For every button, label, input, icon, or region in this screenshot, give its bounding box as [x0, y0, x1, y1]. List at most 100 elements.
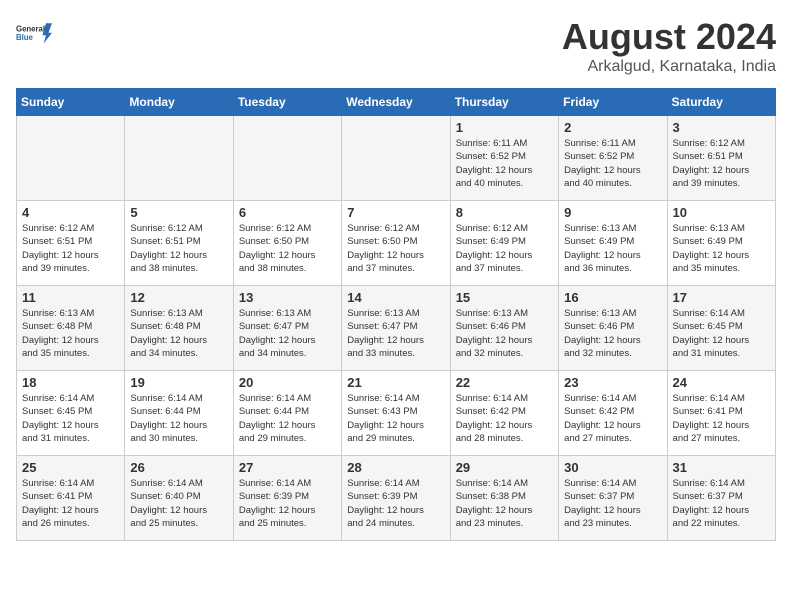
- day-detail: Sunrise: 6:13 AM Sunset: 6:46 PM Dayligh…: [456, 307, 553, 360]
- calendar-cell: 24 Sunrise: 6:14 AM Sunset: 6:41 PM Dayli…: [667, 371, 775, 456]
- calendar-cell: 14Sunrise: 6:13 AM Sunset: 6:47 PM Dayli…: [342, 286, 450, 371]
- calendar-cell: 26 Sunrise: 6:14 AM Sunset: 6:40 PM Dayli…: [125, 456, 233, 541]
- day-number: 2: [564, 120, 661, 135]
- day-detail: Sunrise: 6:12 AM Sunset: 6:50 PM Dayligh…: [239, 222, 336, 275]
- day-detail: Sunrise: 6:13 AM Sunset: 6:49 PM Dayligh…: [564, 222, 661, 275]
- calendar-cell: 1 Sunrise: 6:11 AM Sunset: 6:52 PM Daylig…: [450, 116, 558, 201]
- day-number: 13: [239, 290, 336, 305]
- calendar-cell: 13Sunrise: 6:13 AM Sunset: 6:47 PM Dayli…: [233, 286, 341, 371]
- weekday-header-monday: Monday: [125, 89, 233, 116]
- calendar-cell: [342, 116, 450, 201]
- week-row-3: 11 Sunrise: 6:13 AM Sunset: 6:48 PM Dayli…: [17, 286, 776, 371]
- day-detail: Sunrise: 6:12 AM Sunset: 6:49 PM Dayligh…: [456, 222, 553, 275]
- day-detail: Sunrise: 6:11 AM Sunset: 6:52 PM Dayligh…: [564, 137, 661, 190]
- calendar-cell: 12 Sunrise: 6:13 AM Sunset: 6:48 PM Dayli…: [125, 286, 233, 371]
- day-number: 12: [130, 290, 227, 305]
- weekday-header-row: SundayMondayTuesdayWednesdayThursdayFrid…: [17, 89, 776, 116]
- day-number: 15: [456, 290, 553, 305]
- calendar-cell: 2 Sunrise: 6:11 AM Sunset: 6:52 PM Daylig…: [559, 116, 667, 201]
- day-detail: Sunrise: 6:14 AM Sunset: 6:44 PM Dayligh…: [239, 392, 336, 445]
- svg-text:Blue: Blue: [16, 33, 34, 42]
- calendar-cell: 25Sunrise: 6:14 AM Sunset: 6:41 PM Dayli…: [17, 456, 125, 541]
- weekday-header-wednesday: Wednesday: [342, 89, 450, 116]
- day-number: 31: [673, 460, 770, 475]
- day-number: 8: [456, 205, 553, 220]
- week-row-5: 25Sunrise: 6:14 AM Sunset: 6:41 PM Dayli…: [17, 456, 776, 541]
- day-detail: Sunrise: 6:14 AM Sunset: 6:45 PM Dayligh…: [22, 392, 119, 445]
- calendar-cell: 19Sunrise: 6:14 AM Sunset: 6:44 PM Dayli…: [125, 371, 233, 456]
- day-detail: Sunrise: 6:11 AM Sunset: 6:52 PM Dayligh…: [456, 137, 553, 190]
- calendar-cell: 29 Sunrise: 6:14 AM Sunset: 6:38 PM Dayli…: [450, 456, 558, 541]
- calendar-cell: 3 Sunrise: 6:12 AM Sunset: 6:51 PM Daylig…: [667, 116, 775, 201]
- calendar-cell: 22 Sunrise: 6:14 AM Sunset: 6:42 PM Dayli…: [450, 371, 558, 456]
- day-number: 5: [130, 205, 227, 220]
- calendar-cell: 7 Sunrise: 6:12 AM Sunset: 6:50 PM Daylig…: [342, 201, 450, 286]
- calendar-cell: 4 Sunrise: 6:12 AM Sunset: 6:51 PM Daylig…: [17, 201, 125, 286]
- day-detail: Sunrise: 6:12 AM Sunset: 6:51 PM Dayligh…: [673, 137, 770, 190]
- day-number: 7: [347, 205, 444, 220]
- calendar-cell: 16 Sunrise: 6:13 AM Sunset: 6:46 PM Dayli…: [559, 286, 667, 371]
- day-number: 16: [564, 290, 661, 305]
- day-detail: Sunrise: 6:12 AM Sunset: 6:51 PM Dayligh…: [22, 222, 119, 275]
- calendar-cell: [125, 116, 233, 201]
- location-title: Arkalgud, Karnataka, India: [562, 58, 776, 76]
- calendar-cell: 23Sunrise: 6:14 AM Sunset: 6:42 PM Dayli…: [559, 371, 667, 456]
- calendar-cell: [233, 116, 341, 201]
- day-detail: Sunrise: 6:14 AM Sunset: 6:37 PM Dayligh…: [673, 477, 770, 530]
- day-detail: Sunrise: 6:14 AM Sunset: 6:37 PM Dayligh…: [564, 477, 661, 530]
- calendar-cell: 18 Sunrise: 6:14 AM Sunset: 6:45 PM Dayli…: [17, 371, 125, 456]
- day-number: 27: [239, 460, 336, 475]
- day-number: 22: [456, 375, 553, 390]
- calendar-cell: 9Sunrise: 6:13 AM Sunset: 6:49 PM Daylig…: [559, 201, 667, 286]
- calendar-cell: 27Sunrise: 6:14 AM Sunset: 6:39 PM Dayli…: [233, 456, 341, 541]
- week-row-1: 1 Sunrise: 6:11 AM Sunset: 6:52 PM Daylig…: [17, 116, 776, 201]
- weekday-header-friday: Friday: [559, 89, 667, 116]
- day-detail: Sunrise: 6:13 AM Sunset: 6:48 PM Dayligh…: [22, 307, 119, 360]
- day-number: 30: [564, 460, 661, 475]
- day-detail: Sunrise: 6:14 AM Sunset: 6:38 PM Dayligh…: [456, 477, 553, 530]
- day-detail: Sunrise: 6:12 AM Sunset: 6:51 PM Dayligh…: [130, 222, 227, 275]
- day-detail: Sunrise: 6:14 AM Sunset: 6:40 PM Dayligh…: [130, 477, 227, 530]
- day-detail: Sunrise: 6:13 AM Sunset: 6:47 PM Dayligh…: [347, 307, 444, 360]
- day-number: 24: [673, 375, 770, 390]
- day-detail: Sunrise: 6:13 AM Sunset: 6:48 PM Dayligh…: [130, 307, 227, 360]
- calendar-cell: 17Sunrise: 6:14 AM Sunset: 6:45 PM Dayli…: [667, 286, 775, 371]
- day-detail: Sunrise: 6:14 AM Sunset: 6:42 PM Dayligh…: [456, 392, 553, 445]
- day-number: 1: [456, 120, 553, 135]
- day-detail: Sunrise: 6:14 AM Sunset: 6:43 PM Dayligh…: [347, 392, 444, 445]
- month-title: August 2024: [562, 16, 776, 58]
- logo: General Blue: [16, 16, 52, 52]
- weekday-header-sunday: Sunday: [17, 89, 125, 116]
- day-number: 26: [130, 460, 227, 475]
- day-number: 29: [456, 460, 553, 475]
- week-row-2: 4 Sunrise: 6:12 AM Sunset: 6:51 PM Daylig…: [17, 201, 776, 286]
- day-number: 11: [22, 290, 119, 305]
- week-row-4: 18 Sunrise: 6:14 AM Sunset: 6:45 PM Dayli…: [17, 371, 776, 456]
- day-number: 20: [239, 375, 336, 390]
- day-number: 21: [347, 375, 444, 390]
- day-number: 3: [673, 120, 770, 135]
- calendar-cell: 28Sunrise: 6:14 AM Sunset: 6:39 PM Dayli…: [342, 456, 450, 541]
- header: General Blue August 2024 Arkalgud, Karna…: [16, 16, 776, 76]
- calendar-cell: 11 Sunrise: 6:13 AM Sunset: 6:48 PM Dayli…: [17, 286, 125, 371]
- day-detail: Sunrise: 6:14 AM Sunset: 6:41 PM Dayligh…: [673, 392, 770, 445]
- day-number: 4: [22, 205, 119, 220]
- calendar-cell: [17, 116, 125, 201]
- weekday-header-thursday: Thursday: [450, 89, 558, 116]
- day-detail: Sunrise: 6:12 AM Sunset: 6:50 PM Dayligh…: [347, 222, 444, 275]
- day-detail: Sunrise: 6:13 AM Sunset: 6:46 PM Dayligh…: [564, 307, 661, 360]
- calendar-cell: 30 Sunrise: 6:14 AM Sunset: 6:37 PM Dayli…: [559, 456, 667, 541]
- day-number: 23: [564, 375, 661, 390]
- day-number: 6: [239, 205, 336, 220]
- title-area: August 2024 Arkalgud, Karnataka, India: [562, 16, 776, 76]
- day-number: 28: [347, 460, 444, 475]
- day-number: 25: [22, 460, 119, 475]
- calendar-cell: 6 Sunrise: 6:12 AM Sunset: 6:50 PM Daylig…: [233, 201, 341, 286]
- day-number: 18: [22, 375, 119, 390]
- weekday-header-tuesday: Tuesday: [233, 89, 341, 116]
- svg-text:General: General: [16, 25, 45, 34]
- day-detail: Sunrise: 6:14 AM Sunset: 6:44 PM Dayligh…: [130, 392, 227, 445]
- day-number: 17: [673, 290, 770, 305]
- calendar-cell: 21 Sunrise: 6:14 AM Sunset: 6:43 PM Dayli…: [342, 371, 450, 456]
- weekday-header-saturday: Saturday: [667, 89, 775, 116]
